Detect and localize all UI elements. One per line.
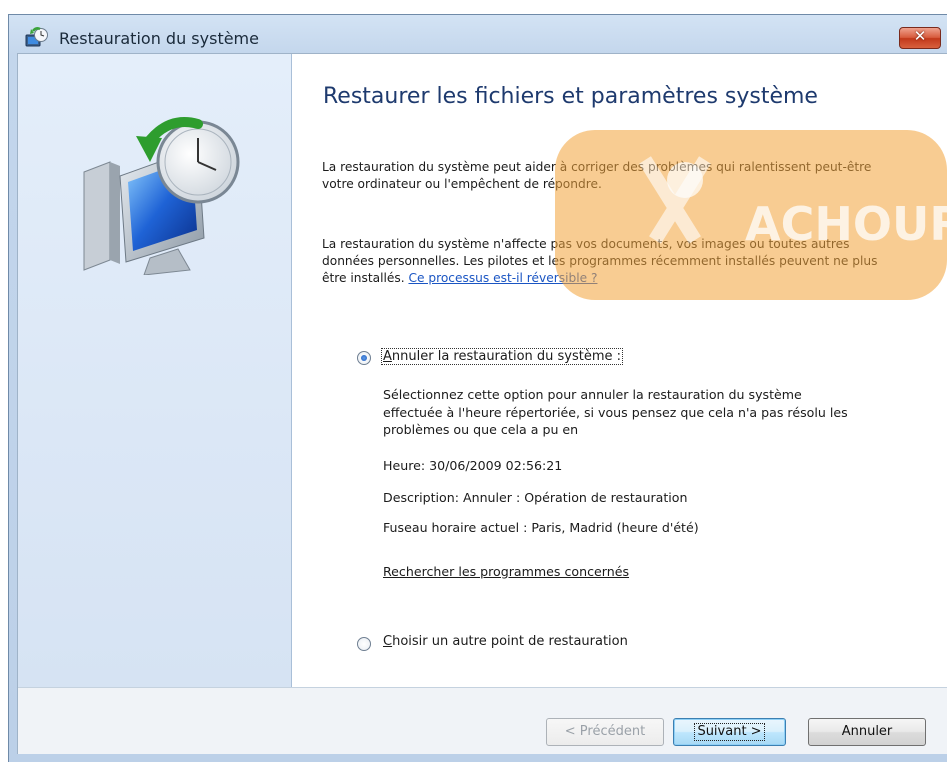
restore-time: Heure: 30/06/2009 02:56:21 [383,458,563,473]
button-bar: < Précédent Suivant > Annuler [18,687,947,754]
left-illustration-pane [18,54,292,687]
close-icon: ✕ [913,27,927,45]
page-heading: Restaurer les fichiers et paramètres sys… [323,84,818,109]
svg-text:ACHOURI: ACHOURI [745,197,947,251]
system-restore-icon [25,27,48,47]
affected-programs-link[interactable]: Rechercher les programmes concernés [383,564,629,579]
close-button[interactable]: ✕ [899,27,941,49]
restore-description: Description: Annuler : Opération de rest… [383,490,688,505]
undo-restore-label[interactable]: Annuler la restauration du système : [381,348,624,365]
undo-restore-radio[interactable] [357,351,371,365]
achouri-watermark-logo: ACHOURI [555,130,947,300]
undo-restore-description: Sélectionnez cette option pour annuler l… [383,387,848,437]
choose-other-point-radio[interactable] [357,637,371,651]
system-restore-monitor-clock-icon [83,117,240,275]
current-timezone: Fuseau horaire actuel : Paris, Madrid (h… [383,520,699,535]
cancel-button[interactable]: Annuler [808,718,926,746]
next-button[interactable]: Suivant > [673,718,786,746]
previous-button[interactable]: < Précédent [546,718,664,746]
window-title: Restauration du système [59,29,259,48]
choose-other-point-label[interactable]: Choisir un autre point de restauration [383,634,628,649]
